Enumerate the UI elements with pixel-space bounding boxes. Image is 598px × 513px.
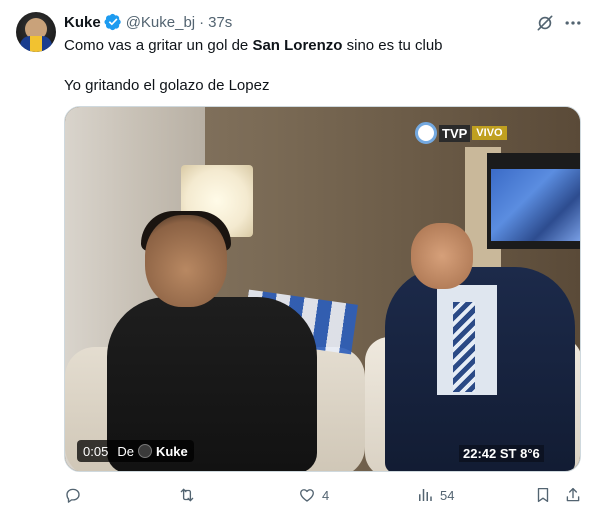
video-time: 0:05 xyxy=(83,443,109,459)
share-icon xyxy=(566,487,580,502)
tweet-text-bold: San Lorenzo xyxy=(252,37,343,54)
separator: · xyxy=(199,13,205,31)
bookmark-icon xyxy=(537,487,549,503)
video-from-user[interactable]: Kuke xyxy=(156,444,188,459)
tvp-live-badge: VIVO xyxy=(472,126,507,140)
video-frame-head-left xyxy=(145,215,227,307)
tweet-actions: 4 54 xyxy=(64,484,584,506)
like-icon xyxy=(300,489,314,502)
tweet-text-line2: Yo gritando el golazo de Lopez xyxy=(64,77,270,94)
video-from-avatar xyxy=(137,444,152,458)
reply-button[interactable] xyxy=(64,484,88,506)
tweet-header: Kuke @Kuke_bj · 37s xyxy=(64,12,232,32)
share-button[interactable] xyxy=(564,484,582,506)
bookmark-button[interactable] xyxy=(534,484,552,506)
video-frame-tv-screen xyxy=(491,169,580,241)
like-button[interactable]: 4 xyxy=(298,484,329,506)
tweet-text-line1: Como vas a gritar un gol de San Lorenzo … xyxy=(64,36,584,56)
avatar[interactable] xyxy=(16,12,56,52)
tvp-channel: TVP xyxy=(439,124,471,142)
author-handle[interactable]: @Kuke_bj xyxy=(126,14,195,31)
tweet[interactable]: Kuke @Kuke_bj · 37s Como vas a gritar un… xyxy=(0,0,598,513)
more-icon[interactable] xyxy=(563,13,583,33)
avatar-shirt-stripe xyxy=(30,36,42,52)
grok-icon[interactable] xyxy=(535,13,555,33)
tvp-logo: TVP VIVO xyxy=(415,122,507,144)
video-frame-head-right xyxy=(411,223,473,289)
tweet-text-post: sino es tu club xyxy=(342,37,443,54)
views-button[interactable]: 54 xyxy=(416,484,454,506)
tweet-text-pre: Como vas a gritar un gol de xyxy=(64,37,253,54)
video-from-label: De xyxy=(117,443,134,459)
verified-icon xyxy=(104,13,121,31)
reply-icon xyxy=(66,488,80,503)
tvp-logo-circle xyxy=(415,122,437,144)
video-player[interactable]: TVP VIVO 22:42 ST 8°6 0:05 De Kuke xyxy=(64,106,581,472)
views-icon xyxy=(419,489,432,501)
like-count: 4 xyxy=(322,487,330,503)
timestamp[interactable]: 37s xyxy=(208,14,232,31)
tv-clock-overlay: 22:42 ST 8°6 xyxy=(459,445,544,462)
retweet-button[interactable] xyxy=(178,484,202,506)
retweet-icon xyxy=(180,488,194,502)
views-count: 54 xyxy=(440,487,455,503)
video-info-pill[interactable]: 0:05 De Kuke xyxy=(77,440,194,462)
video-frame-tie xyxy=(453,302,475,392)
author-name[interactable]: Kuke xyxy=(64,14,101,31)
